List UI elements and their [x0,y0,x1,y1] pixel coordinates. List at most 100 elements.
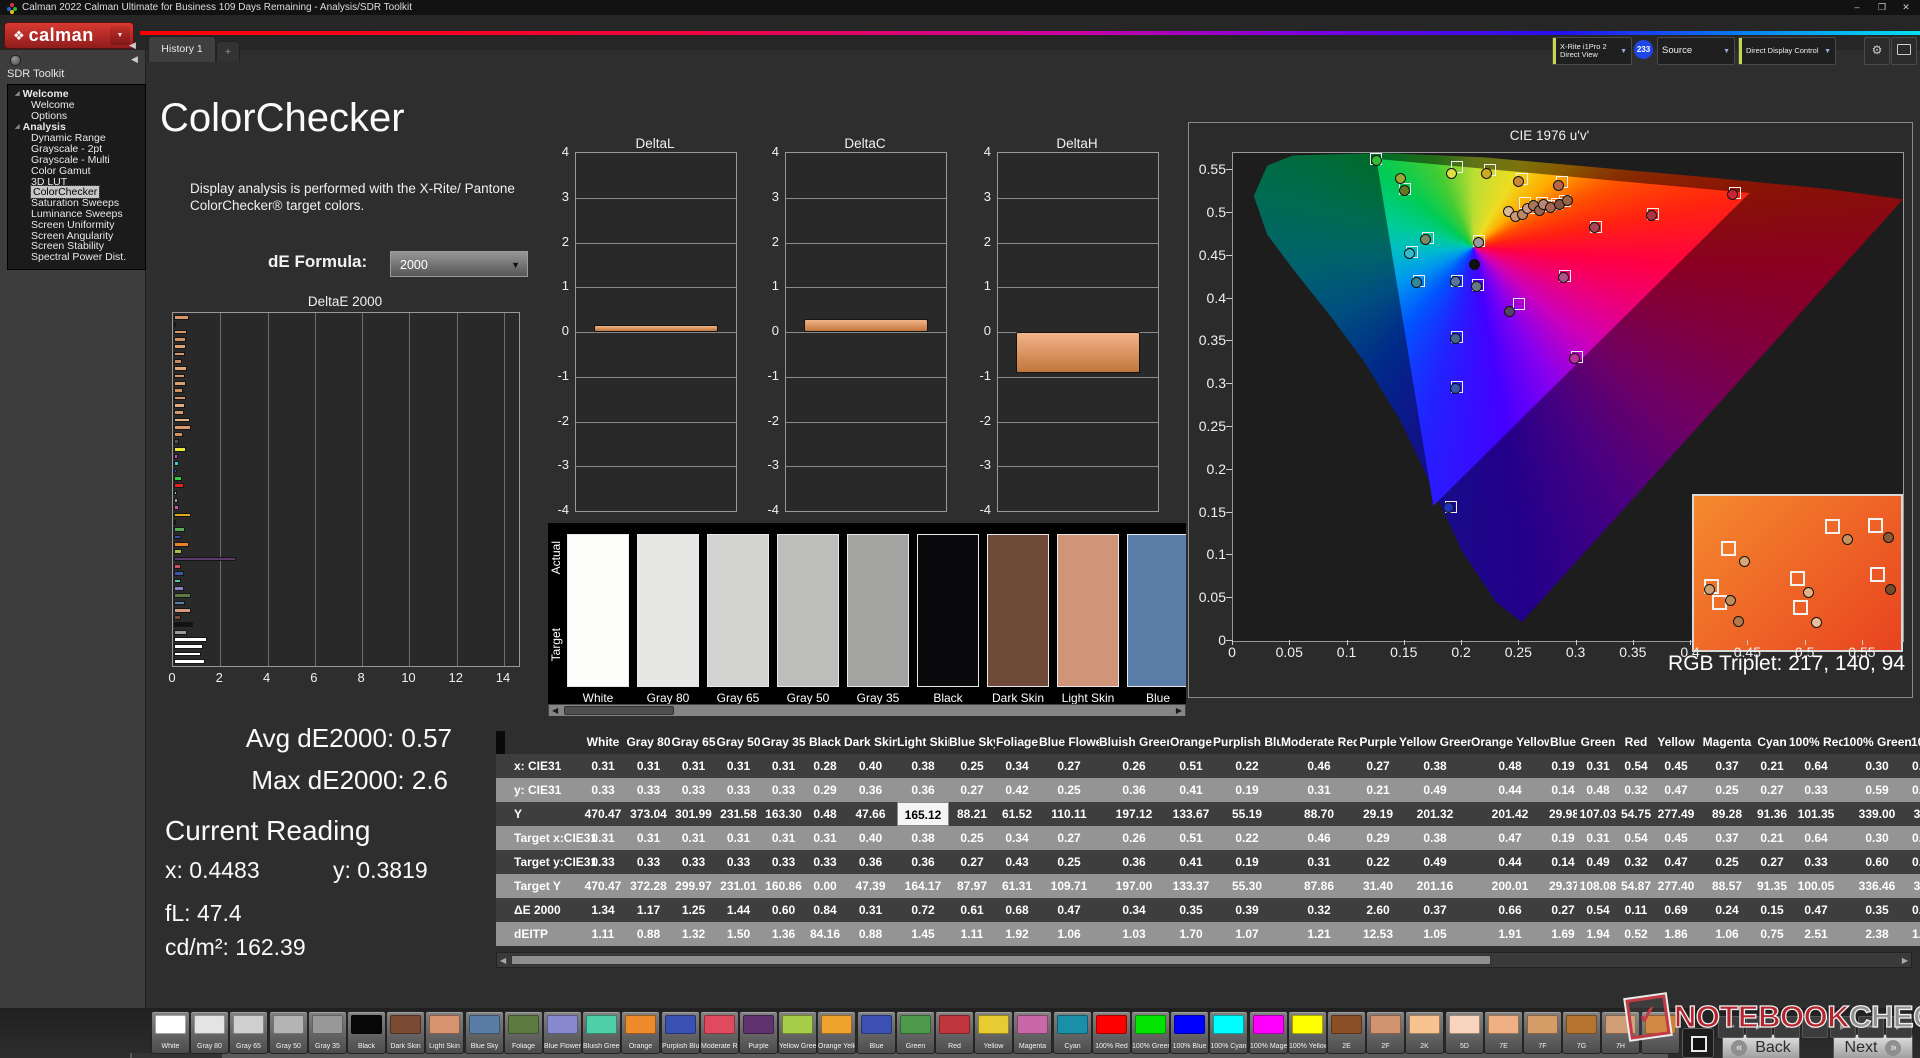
table-scrollbar-thumb[interactable] [511,955,1491,965]
cie-x-tick [1518,640,1520,645]
sidebar-collapse-icon[interactable]: ◀ [131,54,138,65]
minimize-button[interactable]: – [1846,1,1868,14]
maximize-button[interactable]: ❒ [1871,1,1893,14]
patch-button-gray-80[interactable]: Gray 80 [190,1011,229,1054]
patch-button-gray-35[interactable]: Gray 35 [308,1011,347,1054]
patch-button-purplish-blue[interactable]: Purplish Blue [661,1011,700,1054]
swatch-light-skin[interactable] [1057,534,1119,687]
cie-title: CIE 1976 u'v' [1509,128,1590,143]
patch-color-chip [390,1015,421,1034]
table-cell: 0.29 [813,783,837,797]
patch-label: 2F [1381,1043,1390,1050]
patch-button-gray-50[interactable]: Gray 50 [269,1011,308,1054]
table-cell: 29.19 [1362,807,1394,821]
patch-button-green[interactable]: Green [896,1011,935,1054]
swatch-white[interactable] [567,534,629,687]
swatch-gray-35[interactable] [847,534,909,687]
swatch-scrollbar-thumb[interactable] [564,706,674,715]
patch-button-yellow[interactable]: Yellow [974,1011,1013,1054]
patch-label: 100% Cyan [1210,1043,1247,1050]
patch-button-cyan[interactable]: Cyan [1053,1011,1092,1054]
patch-label: Green [905,1043,926,1050]
patch-button-100-yellow[interactable]: 100% Yellow [1288,1011,1327,1054]
table-cell: 0.36 [858,855,883,869]
patch-button-moderate-red[interactable]: Moderate Red [700,1011,739,1054]
column-header: Orange Yellow [1471,735,1549,749]
patch-button-2f[interactable]: 2F [1366,1011,1405,1054]
table-scrollbar[interactable]: ◀ ▶ [496,952,1912,968]
patch-button-blue-sky[interactable]: Blue Sky [465,1011,504,1054]
scroll-left-icon[interactable]: ◀ [500,956,506,966]
swatch-gray-65[interactable] [707,534,769,687]
swatch-scrollbar[interactable]: ◀ ▶ [548,704,1186,716]
patch-button-light-skin[interactable]: Light Skin [425,1011,464,1054]
display-control-dropdown[interactable]: Direct Display Control ▼ [1738,37,1836,65]
patch-button-100-red[interactable]: 100% Red [1092,1011,1131,1054]
patch-button-100-green[interactable]: 100% Green [1131,1011,1170,1054]
swatch-gray-50[interactable] [777,534,839,687]
monitor-icon[interactable] [1891,37,1917,65]
meter-dropdown[interactable]: X-Rite i1Pro 2 Direct View ▼ [1552,37,1632,65]
expand-triangle-icon[interactable]: ◢ [15,124,20,130]
patch-button-magenta[interactable]: Magenta [1013,1011,1052,1054]
patch-button-foliage[interactable]: Foliage [504,1011,543,1054]
patch-button-2k[interactable]: 2K [1405,1011,1444,1054]
deltae-bar [174,388,183,393]
patch-button-dark-skin[interactable]: Dark Skin [386,1011,425,1054]
scroll-right-icon[interactable]: ▶ [1176,706,1182,716]
swatch-dark-skin[interactable] [987,534,1049,687]
table-cell: 1.25 [681,903,706,917]
title-bar[interactable]: Calman 2022 Calman Ultimate for Business… [0,0,1920,15]
patch-color-chip [782,1015,813,1034]
calman-menu-chevron-icon[interactable]: ▼ [110,26,130,45]
swatch-blue[interactable] [1127,534,1186,687]
calman-menu-button[interactable]: ❖ calman ▼ [4,22,134,49]
patch-button-black[interactable]: Black [347,1011,386,1054]
patch-button-5d[interactable]: 5D [1445,1011,1484,1054]
close-button[interactable]: ✕ [1895,1,1917,14]
patch-button-blue[interactable]: Blue [857,1011,896,1054]
patch-button-orange[interactable]: Orange [621,1011,660,1054]
patch-button-yellow-green[interactable]: Yellow Green [778,1011,817,1054]
tab-new[interactable]: + [216,41,240,62]
table-cell: 0.41 [1179,783,1203,797]
patch-button-white[interactable]: White [151,1011,190,1054]
y-tick-label: 3 [983,188,991,204]
tab-history-1[interactable]: History 1 [148,36,216,62]
patch-button-purple[interactable]: Purple [739,1011,778,1054]
table-cell: 0.44 [1498,855,1522,869]
swatch-gray-80[interactable] [637,534,699,687]
delta-bar [594,325,718,332]
sidebar-item-analysis[interactable]: ◢ Analysis [15,121,66,133]
source-dropdown[interactable]: Source ▼ [1657,37,1735,65]
patch-color-chip [1135,1015,1166,1034]
patch-button-7e[interactable]: 7E [1484,1011,1523,1054]
patch-button-100-cyan[interactable]: 100% Cyan [1209,1011,1248,1054]
sidebar-item-welcome[interactable]: ◢ Welcome [15,88,69,100]
patch-button-100-blue[interactable]: 100% Blue [1170,1011,1209,1054]
scroll-right-icon[interactable]: ▶ [1902,956,1908,966]
sidebar-pin-icon[interactable] [10,55,21,66]
expand-triangle-icon[interactable]: ◢ [15,91,20,97]
patch-button-7f[interactable]: 7F [1523,1011,1562,1054]
patch-button-blue-flower[interactable]: Blue Flower [543,1011,582,1054]
patch-label: 100% Blue [1172,1043,1207,1050]
cie-y-tick [1226,340,1232,342]
patch-button-red[interactable]: Red [935,1011,974,1054]
scroll-left-icon[interactable]: ◀ [552,706,558,716]
gear-icon[interactable]: ⚙ [1864,37,1890,65]
patch-button-gray-65[interactable]: Gray 65 [229,1011,268,1054]
gridline [998,287,1158,289]
patch-button-100-magenta[interactable]: 100% Magenta [1249,1011,1288,1054]
patch-button-2e[interactable]: 2E [1327,1011,1366,1054]
deltae-bar [174,490,177,496]
patch-button-bluish-green[interactable]: Bluish Green [582,1011,621,1054]
patch-button-7g[interactable]: 7G [1562,1011,1601,1054]
y-tick-label: 4 [561,144,569,159]
sidebar-item-spectral-power-dist-[interactable]: Spectral Power Dist. [31,251,126,263]
patch-label: Purplish Blue [662,1043,699,1050]
de-formula-dropdown[interactable]: 2000 ▼ [390,251,528,277]
patch-button-orange-yellow[interactable]: Orange Yellow [817,1011,856,1054]
column-header: Foliage [995,735,1038,749]
swatch-black[interactable] [917,534,979,687]
